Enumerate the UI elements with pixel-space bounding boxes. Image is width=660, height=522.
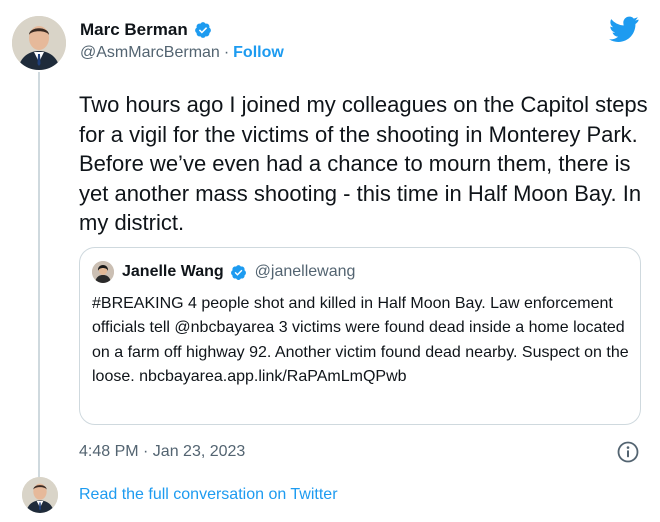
twitter-bird-icon[interactable] xyxy=(609,16,639,42)
author-avatar[interactable] xyxy=(12,16,66,70)
follow-button[interactable]: Follow xyxy=(233,44,284,62)
thread-connector-line xyxy=(38,72,40,477)
quoted-author-avatar xyxy=(92,261,114,283)
quoted-tweet-text: #BREAKING 4 people shot and killed in Ha… xyxy=(92,295,629,386)
tweet-author: Marc Berman @AsmMarcBerman · Follow xyxy=(80,18,284,62)
author-avatar-small[interactable] xyxy=(22,477,58,513)
tweet-timestamp[interactable]: 4:48 PM · Jan 23, 2023 xyxy=(79,443,245,461)
info-icon[interactable] xyxy=(616,440,640,464)
verified-badge-icon xyxy=(230,264,247,281)
quoted-author-name: Janelle Wang xyxy=(122,263,224,280)
read-full-conversation-link[interactable]: Read the full conversation on Twitter xyxy=(79,486,338,504)
verified-badge-icon xyxy=(194,21,212,39)
quoted-author-handle: @janellewang xyxy=(254,263,356,280)
tweet-text: Two hours ago I joined my colleagues on … xyxy=(79,92,648,235)
author-handle[interactable]: @AsmMarcBerman xyxy=(80,44,220,62)
handle-separator: · xyxy=(223,44,230,61)
quoted-tweet-card[interactable]: Janelle Wang @janellewang #BREAKING 4 pe… xyxy=(79,247,641,425)
author-name[interactable]: Marc Berman xyxy=(80,20,188,40)
